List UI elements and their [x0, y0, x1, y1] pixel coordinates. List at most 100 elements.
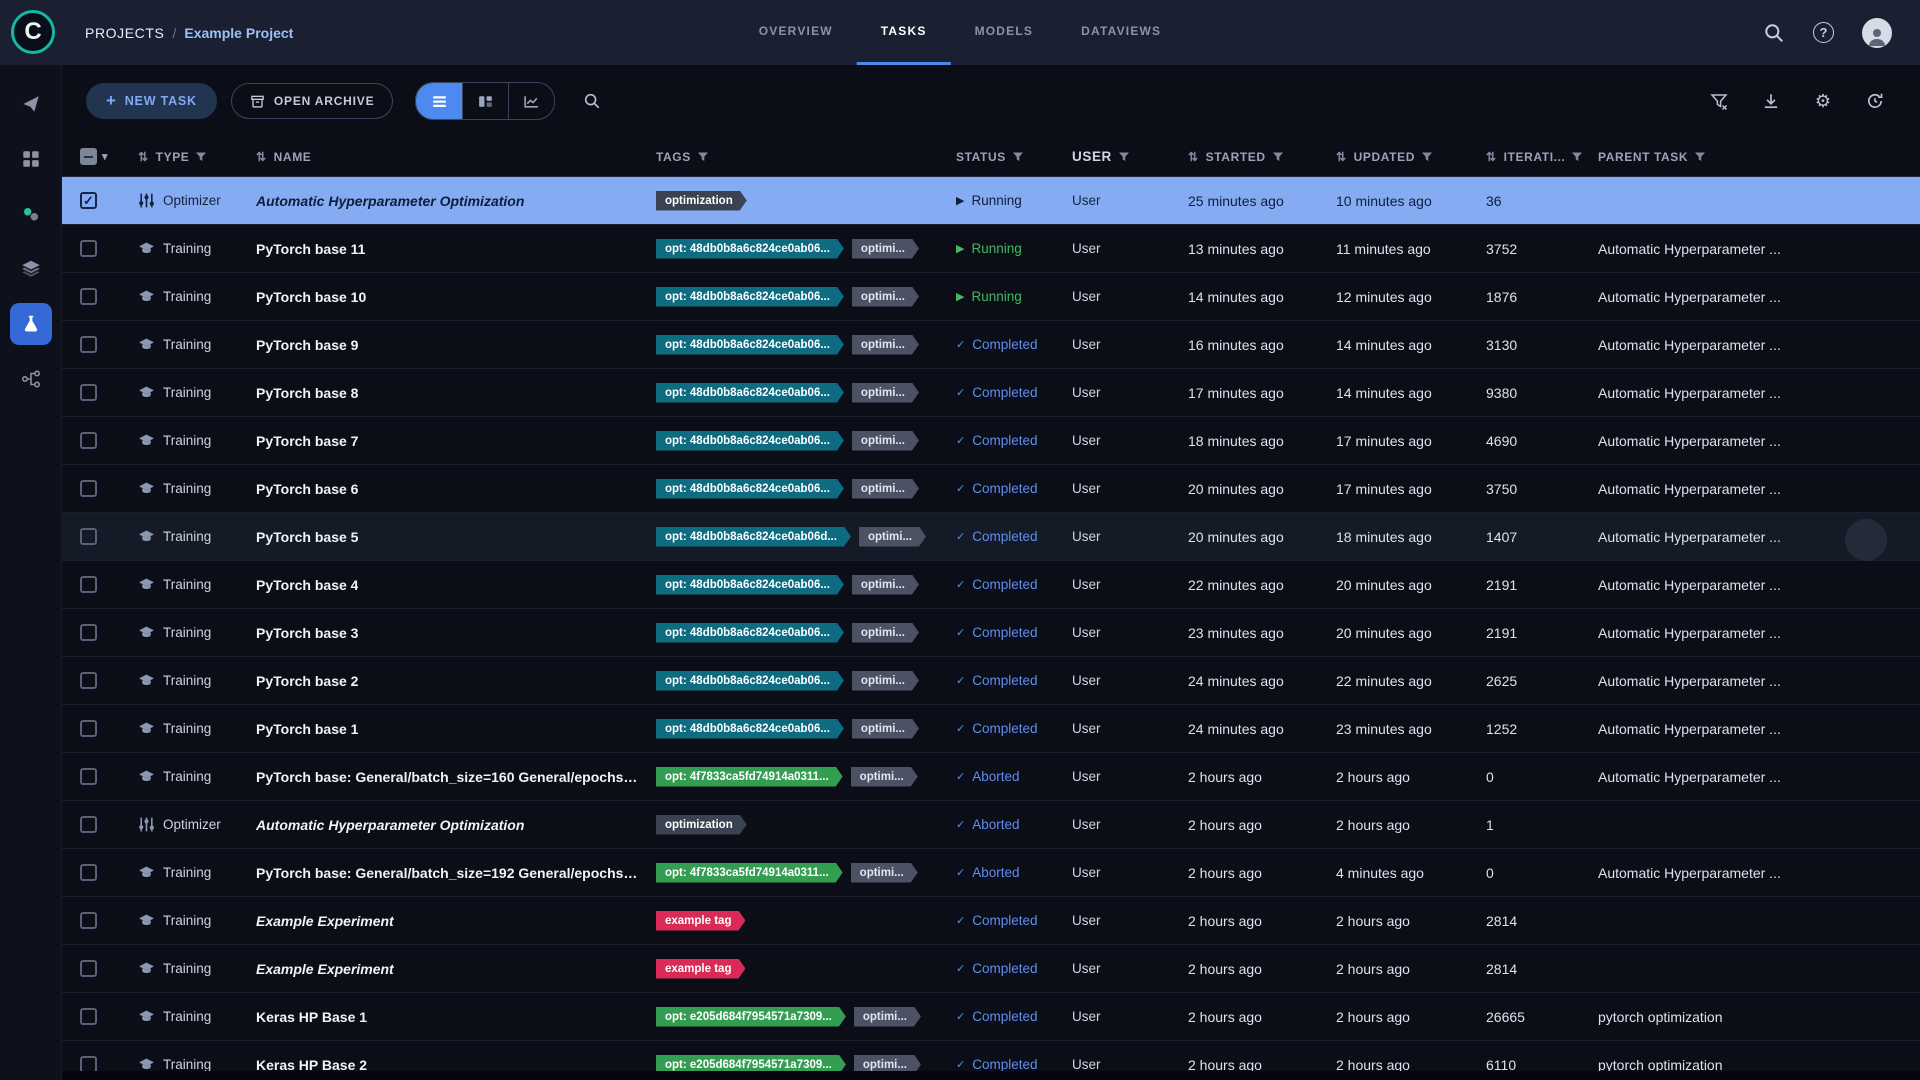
sidebar-item-boards[interactable] — [10, 138, 52, 180]
task-row[interactable]: OptimizerAutomatic Hyperparameter Optimi… — [62, 801, 1920, 849]
task-row[interactable]: TrainingPyTorch base 8opt: 48db0b8a6c824… — [62, 369, 1920, 417]
task-row[interactable]: TrainingPyTorch base 7opt: 48db0b8a6c824… — [62, 417, 1920, 465]
header-user[interactable]: USER — [1056, 149, 1172, 164]
task-name[interactable]: PyTorch base 11 — [256, 241, 365, 257]
tab-models[interactable]: MODELS — [951, 0, 1058, 65]
tag-badge[interactable]: optimi... — [859, 527, 926, 547]
tag-badge[interactable]: optimi... — [852, 719, 919, 739]
tag-badge[interactable]: opt: 48db0b8a6c824ce0ab06... — [656, 287, 844, 307]
tag-badge[interactable]: optimi... — [852, 671, 919, 691]
tag-badge[interactable]: opt: 48db0b8a6c824ce0ab06... — [656, 335, 844, 355]
tab-tasks[interactable]: TASKS — [857, 0, 951, 65]
tag-badge[interactable]: optimi... — [851, 767, 918, 787]
row-checkbox[interactable] — [80, 384, 97, 401]
select-all-checkbox[interactable] — [80, 148, 97, 165]
parent-task-cell[interactable]: Automatic Hyperparameter ... — [1582, 577, 1920, 593]
sort-icon[interactable]: ⇅ — [1336, 150, 1347, 164]
header-status[interactable]: STATUS — [940, 150, 1056, 164]
tag-badge[interactable]: optimization — [656, 815, 747, 835]
task-row[interactable]: TrainingExample Experimentexample tag✓Co… — [62, 945, 1920, 993]
sort-icon[interactable]: ⇅ — [138, 150, 149, 164]
breadcrumb-projects[interactable]: PROJECTS — [85, 25, 164, 41]
filter-icon[interactable] — [1695, 152, 1705, 162]
task-row[interactable]: TrainingPyTorch base 10opt: 48db0b8a6c82… — [62, 273, 1920, 321]
tag-badge[interactable]: opt: e205d684f7954571a7309... — [656, 1007, 846, 1027]
clearml-logo[interactable]: C — [11, 10, 55, 54]
parent-task-cell[interactable]: Automatic Hyperparameter ... — [1582, 481, 1920, 497]
filter-icon[interactable] — [1572, 152, 1582, 162]
sidebar-item-experiments[interactable] — [10, 303, 52, 345]
task-name[interactable]: PyTorch base 1 — [256, 721, 358, 737]
task-name[interactable]: Example Experiment — [256, 961, 394, 977]
settings-gear-icon[interactable]: ⚙ — [1812, 90, 1834, 112]
row-checkbox[interactable] — [80, 336, 97, 353]
task-name[interactable]: Automatic Hyperparameter Optimization — [256, 817, 524, 833]
task-name[interactable]: Keras HP Base 1 — [256, 1009, 367, 1025]
row-checkbox[interactable] — [80, 1008, 97, 1025]
auto-refresh-icon[interactable] — [1864, 90, 1886, 112]
select-all-caret-icon[interactable]: ▾ — [102, 150, 108, 163]
tag-badge[interactable]: opt: 4f7833ca5fd74914a0311... — [656, 767, 843, 787]
filter-icon[interactable] — [698, 152, 708, 162]
row-checkbox[interactable] — [80, 768, 97, 785]
task-name[interactable]: PyTorch base 8 — [256, 385, 358, 401]
parent-task-cell[interactable]: Automatic Hyperparameter ... — [1582, 385, 1920, 401]
sidebar-item-getting-started[interactable] — [10, 83, 52, 125]
user-avatar[interactable] — [1862, 18, 1892, 48]
tag-badge[interactable]: opt: 4f7833ca5fd74914a0311... — [656, 863, 843, 883]
task-name[interactable]: PyTorch base 9 — [256, 337, 358, 353]
row-checkbox[interactable] — [80, 864, 97, 881]
row-checkbox[interactable] — [80, 912, 97, 929]
task-row[interactable]: TrainingPyTorch base 3opt: 48db0b8a6c824… — [62, 609, 1920, 657]
task-name[interactable]: PyTorch base 2 — [256, 673, 358, 689]
split-view-button[interactable] — [462, 83, 508, 119]
parent-task-cell[interactable]: Automatic Hyperparameter ... — [1582, 673, 1920, 689]
row-checkbox[interactable] — [80, 192, 97, 209]
row-checkbox[interactable] — [80, 480, 97, 497]
task-name[interactable]: Example Experiment — [256, 913, 394, 929]
row-checkbox[interactable] — [80, 528, 97, 545]
tag-badge[interactable]: optimi... — [852, 239, 919, 259]
task-row[interactable]: TrainingPyTorch base 6opt: 48db0b8a6c824… — [62, 465, 1920, 513]
task-name[interactable]: PyTorch base 3 — [256, 625, 358, 641]
tag-badge[interactable]: optimi... — [854, 1007, 921, 1027]
filter-icon[interactable] — [1013, 152, 1023, 162]
task-name[interactable]: PyTorch base 7 — [256, 433, 358, 449]
row-checkbox[interactable] — [80, 624, 97, 641]
tag-badge[interactable]: opt: 48db0b8a6c824ce0ab06... — [656, 383, 844, 403]
header-updated[interactable]: ⇅UPDATED — [1320, 150, 1470, 164]
parent-task-cell[interactable]: Automatic Hyperparameter ... — [1582, 769, 1920, 785]
new-task-button[interactable]: + NEW TASK — [86, 83, 217, 119]
table-search-icon[interactable] — [581, 90, 603, 112]
scroll-indicator[interactable] — [1845, 519, 1887, 561]
row-checkbox[interactable] — [80, 240, 97, 257]
task-name[interactable]: PyTorch base 10 — [256, 289, 366, 305]
header-tags[interactable]: TAGS — [640, 150, 940, 164]
task-row[interactable]: TrainingKeras HP Base 1opt: e205d684f795… — [62, 993, 1920, 1041]
tag-badge[interactable]: opt: 48db0b8a6c824ce0ab06... — [656, 479, 844, 499]
parent-task-cell[interactable]: Automatic Hyperparameter ... — [1582, 625, 1920, 641]
header-parent[interactable]: PARENT TASK — [1582, 150, 1920, 164]
task-name[interactable]: PyTorch base: General/batch_size=160 Gen… — [256, 769, 640, 785]
row-checkbox[interactable] — [80, 288, 97, 305]
parent-task-cell[interactable]: Automatic Hyperparameter ... — [1582, 289, 1920, 305]
parent-task-cell[interactable]: Automatic Hyperparameter ... — [1582, 241, 1920, 257]
filter-icon[interactable] — [1422, 152, 1432, 162]
header-iterations[interactable]: ⇅ITERATI... — [1470, 150, 1582, 164]
task-name[interactable]: Automatic Hyperparameter Optimization — [256, 193, 524, 209]
tag-badge[interactable]: optimi... — [852, 287, 919, 307]
task-row[interactable]: TrainingPyTorch base 5opt: 48db0b8a6c824… — [62, 513, 1920, 561]
sidebar-item-pipelines[interactable] — [10, 358, 52, 400]
task-row[interactable]: TrainingExample Experimentexample tag✓Co… — [62, 897, 1920, 945]
tag-badge[interactable]: optimization — [656, 191, 747, 211]
tag-badge[interactable]: example tag — [656, 911, 745, 931]
task-row[interactable]: OptimizerAutomatic Hyperparameter Optimi… — [62, 177, 1920, 225]
tag-badge[interactable]: example tag — [656, 959, 745, 979]
tag-badge[interactable]: optimi... — [852, 575, 919, 595]
tag-badge[interactable]: opt: 48db0b8a6c824ce0ab06... — [656, 239, 844, 259]
tag-badge[interactable]: optimi... — [851, 863, 918, 883]
clear-filters-icon[interactable] — [1708, 90, 1730, 112]
task-name[interactable]: PyTorch base 4 — [256, 577, 358, 593]
download-icon[interactable] — [1760, 90, 1782, 112]
row-checkbox[interactable] — [80, 576, 97, 593]
